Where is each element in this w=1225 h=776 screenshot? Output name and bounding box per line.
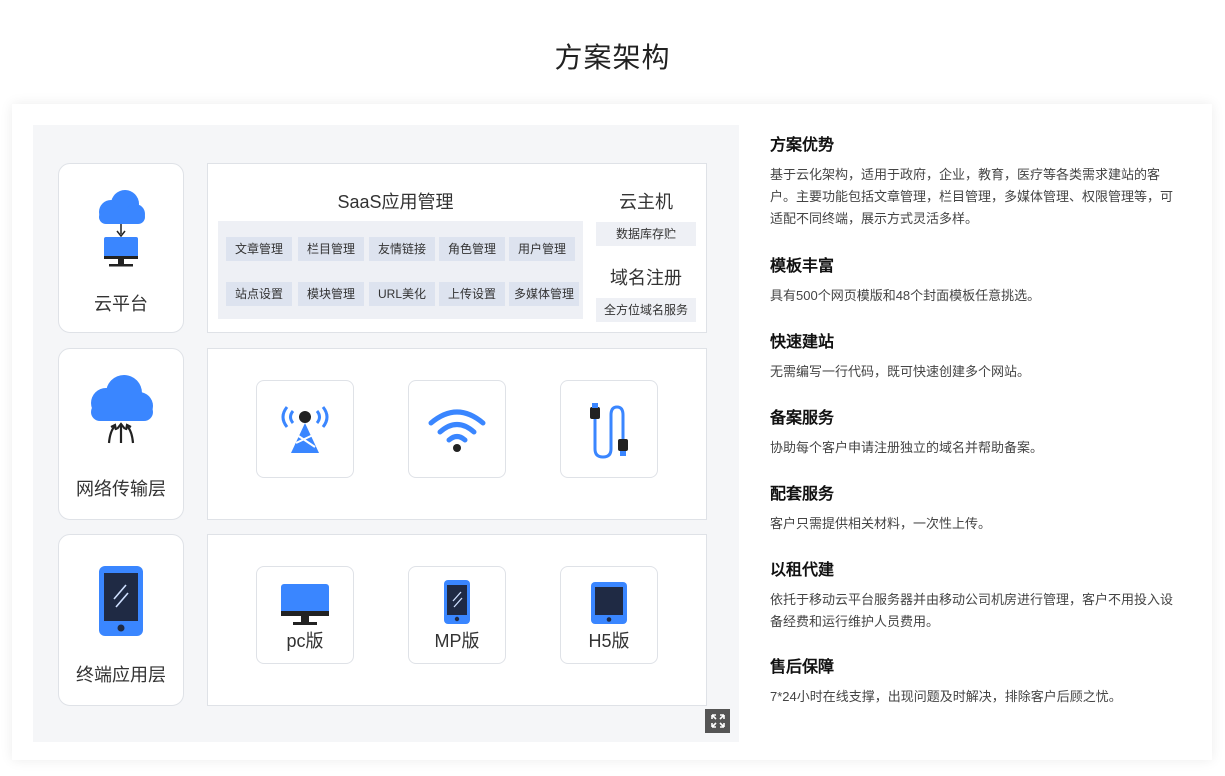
advantage-item: 备案服务 协助每个客户申请注册独立的域名并帮助备案。 xyxy=(770,407,1180,483)
advantage-item: 模板丰富 具有500个网页模版和48个封面模板任意挑选。 xyxy=(770,255,1180,331)
phone-icon xyxy=(409,579,505,625)
advantage-desc: 客户只需提供相关材料，一次性上传。 xyxy=(770,516,992,531)
advantage-desc: 依托于移动云平台服务器并由移动公司机房进行管理，客户不用投入设备经费和运行维护人… xyxy=(770,592,1174,629)
cloud-host-title: 云主机 xyxy=(619,192,673,212)
architecture-diagram: 云平台 网络传输层 终端应用层 SaaS应用管理 文章管理 栏目管理 友情链接 … xyxy=(33,125,739,742)
saas-tag: 模块管理 xyxy=(298,282,364,306)
domain-reg-tag: 全方位域名服务 xyxy=(596,298,696,322)
network-panel xyxy=(207,348,707,520)
cloud-host-tag: 数据库存贮 xyxy=(596,222,696,246)
cloud-server-icon xyxy=(59,186,183,270)
network-tile-signal xyxy=(256,380,354,478)
advantage-title: 配套服务 xyxy=(770,486,835,503)
advantage-title: 模板丰富 xyxy=(770,258,835,275)
layer-card-network: 网络传输层 xyxy=(58,348,184,520)
terminal-panel: pc版 MP版 H5版 xyxy=(207,534,707,706)
saas-tag: 文章管理 xyxy=(226,237,292,261)
advantage-item: 配套服务 客户只需提供相关材料，一次性上传。 xyxy=(770,483,1180,559)
advantage-title: 售后保障 xyxy=(770,659,835,676)
saas-tag: 栏目管理 xyxy=(298,237,364,261)
advantage-desc: 7*24小时在线支撑，出现问题及时解决，排除客户后顾之忧。 xyxy=(770,689,1122,704)
network-tile-wifi xyxy=(408,380,506,478)
wifi-icon xyxy=(409,407,505,453)
expand-icon xyxy=(710,714,725,728)
advantage-title: 备案服务 xyxy=(770,410,835,427)
layer-label-terminal: 终端应用层 xyxy=(76,665,166,685)
advantage-title: 以租代建 xyxy=(770,562,835,579)
advantage-title: 方案优势 xyxy=(770,137,835,154)
saas-tag: 角色管理 xyxy=(439,237,505,261)
advantages-list: 方案优势 基于云化架构，适用于政府，企业，教育，医疗等各类需求建站的客户。主要功… xyxy=(770,134,1180,716)
layer-label-network: 网络传输层 xyxy=(76,479,166,499)
expand-button[interactable] xyxy=(705,709,730,733)
signal-tower-icon xyxy=(257,403,353,455)
advantage-desc: 无需编写一行代码，既可快速创建多个网站。 xyxy=(770,364,1031,379)
saas-tag: 上传设置 xyxy=(439,282,505,306)
advantage-desc: 协助每个客户申请注册独立的域名并帮助备案。 xyxy=(770,440,1044,455)
terminal-tile-h5: H5版 xyxy=(560,566,658,664)
saas-tag: 多媒体管理 xyxy=(509,282,579,306)
saas-tag: 用户管理 xyxy=(509,237,575,261)
cloud-upload-icon xyxy=(59,373,183,447)
layer-label-cloud-platform: 云平台 xyxy=(94,294,148,314)
advantage-item: 售后保障 7*24小时在线支撑，出现问题及时解决，排除客户后顾之忧。 xyxy=(770,656,1180,716)
advantage-desc: 具有500个网页模版和48个封面模板任意挑选。 xyxy=(770,288,1041,303)
tablet-icon xyxy=(561,581,657,625)
advantage-item: 方案优势 基于云化架构，适用于政府，企业，教育，医疗等各类需求建站的客户。主要功… xyxy=(770,134,1180,255)
monitor-icon xyxy=(257,583,353,627)
terminal-label-h5: H5版 xyxy=(588,631,630,651)
network-tile-cable xyxy=(560,380,658,478)
phone-icon xyxy=(59,565,183,637)
advantage-item: 以租代建 依托于移动云平台服务器并由移动公司机房进行管理，客户不用投入设备经费和… xyxy=(770,559,1180,656)
advantage-item: 快速建站 无需编写一行代码，既可快速创建多个网站。 xyxy=(770,331,1180,407)
advantage-title: 快速建站 xyxy=(770,334,835,351)
saas-title: SaaS应用管理 xyxy=(337,192,454,212)
terminal-label-mp: MP版 xyxy=(434,631,480,651)
cable-icon xyxy=(561,401,657,459)
cloud-platform-panel: SaaS应用管理 文章管理 栏目管理 友情链接 角色管理 用户管理 站点设置 模… xyxy=(207,163,707,333)
page-title: 方案架构 xyxy=(554,42,671,73)
advantage-desc: 基于云化架构，适用于政府，企业，教育，医疗等各类需求建站的客户。主要功能包括文章… xyxy=(770,167,1174,226)
terminal-tile-pc: pc版 xyxy=(256,566,354,664)
saas-tag: 友情链接 xyxy=(369,237,435,261)
terminal-tile-mp: MP版 xyxy=(408,566,506,664)
domain-reg-title: 域名注册 xyxy=(610,268,682,288)
saas-module-grid: 文章管理 栏目管理 友情链接 角色管理 用户管理 站点设置 模块管理 URL美化… xyxy=(218,221,583,319)
terminal-label-pc: pc版 xyxy=(286,631,324,651)
layer-card-cloud-platform: 云平台 xyxy=(58,163,184,333)
layer-card-terminal: 终端应用层 xyxy=(58,534,184,706)
saas-tag: 站点设置 xyxy=(226,282,292,306)
saas-tag: URL美化 xyxy=(369,282,435,306)
